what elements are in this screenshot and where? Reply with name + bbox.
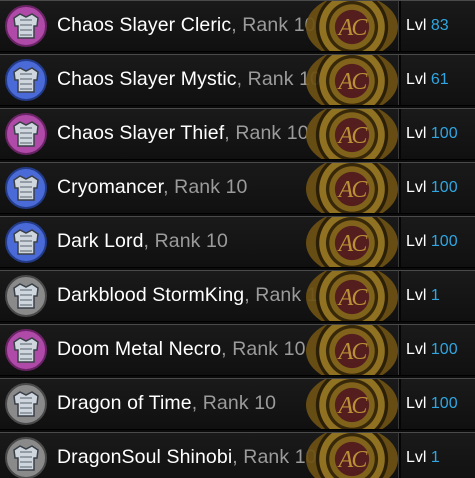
class-row[interactable]: Doom Metal Necro, Rank 10 AC Lvl 100 — [0, 324, 475, 376]
level-display: Lvl 100 — [406, 125, 458, 142]
class-row[interactable]: Chaos Slayer Thief, Rank 10 AC Lvl 100 — [0, 108, 475, 160]
cryomancer-armor-icon — [4, 166, 48, 210]
level-display: Lvl 1 — [406, 287, 440, 304]
level-display: Lvl 100 — [406, 179, 458, 196]
level-display: Lvl 1 — [406, 449, 440, 466]
divider — [398, 433, 401, 478]
class-name: Dragon of Time, Rank 10 — [57, 392, 277, 414]
ac-badge-icon: AC — [306, 379, 398, 429]
class-name: Chaos Slayer Cleric, Rank 10 — [57, 14, 316, 36]
necro-armor-icon — [4, 328, 48, 372]
class-name: Dark Lord, Rank 10 — [57, 230, 228, 252]
level-display: Lvl 100 — [406, 341, 458, 358]
divider — [398, 109, 401, 159]
dragon-of-time-armor-icon — [4, 382, 48, 426]
dark-lord-armor-icon — [4, 220, 48, 264]
shinobi-armor-icon — [4, 436, 48, 478]
ac-badge-icon: AC — [306, 271, 398, 321]
level-display: Lvl 100 — [406, 395, 458, 412]
class-name: Doom Metal Necro, Rank 10 — [57, 338, 306, 360]
stormking-armor-icon — [4, 274, 48, 318]
ac-badge-icon: AC — [306, 163, 398, 213]
class-row[interactable]: DragonSoul Shinobi, Rank 10 AC Lvl 1 — [0, 432, 475, 478]
divider — [398, 1, 401, 51]
ac-badge-icon: AC — [306, 217, 398, 267]
ac-badge-icon: AC — [306, 1, 398, 51]
class-row[interactable]: Cryomancer, Rank 10 AC Lvl 100 — [0, 162, 475, 214]
divider — [398, 271, 401, 321]
mystic-armor-icon — [4, 58, 48, 102]
ac-badge-icon: AC — [306, 55, 398, 105]
class-row[interactable]: Chaos Slayer Cleric, Rank 10 AC Lvl 83 — [0, 0, 475, 52]
class-row[interactable]: Darkblood StormKing, Rank 1 AC Lvl 1 — [0, 270, 475, 322]
class-row[interactable]: Chaos Slayer Mystic, Rank 10 AC Lvl 61 — [0, 54, 475, 106]
ac-badge-icon: AC — [306, 325, 398, 375]
class-row[interactable]: Dark Lord, Rank 10 AC Lvl 100 — [0, 216, 475, 268]
level-display: Lvl 83 — [406, 17, 449, 34]
divider — [398, 163, 401, 213]
divider — [398, 55, 401, 105]
class-name: Chaos Slayer Mystic, Rank 10 — [57, 68, 321, 90]
divider — [398, 325, 401, 375]
divider — [398, 379, 401, 429]
cleric-armor-icon — [4, 4, 48, 48]
class-name: Chaos Slayer Thief, Rank 10 — [57, 122, 309, 144]
ac-badge-icon: AC — [306, 109, 398, 159]
class-row[interactable]: Dragon of Time, Rank 10 AC Lvl 100 — [0, 378, 475, 430]
class-list: Chaos Slayer Cleric, Rank 10 AC Lvl 83 C… — [0, 0, 475, 478]
class-name: DragonSoul Shinobi, Rank 10 — [57, 446, 317, 468]
divider — [398, 217, 401, 267]
class-name: Darkblood StormKing, Rank 1 — [57, 284, 318, 306]
class-name: Cryomancer, Rank 10 — [57, 176, 248, 198]
thief-armor-icon — [4, 112, 48, 156]
level-display: Lvl 100 — [406, 233, 458, 250]
ac-badge-icon: AC — [306, 433, 398, 478]
level-display: Lvl 61 — [406, 71, 449, 88]
